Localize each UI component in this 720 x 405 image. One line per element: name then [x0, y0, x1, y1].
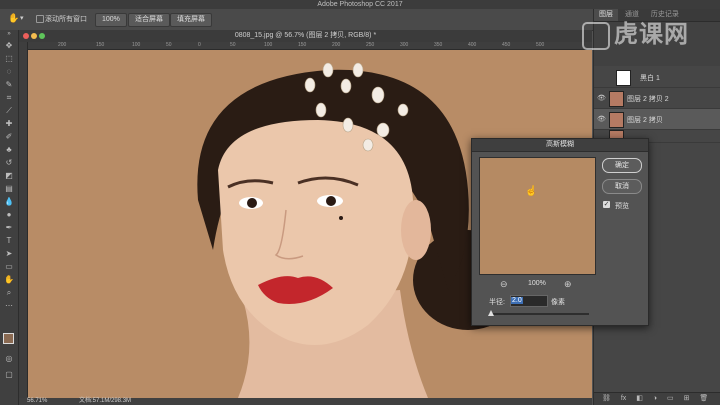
adjustment-layer-thumb [616, 70, 631, 86]
gradient-icon[interactable]: ▤ [0, 182, 18, 195]
history-brush-icon[interactable]: ↺ [0, 156, 18, 169]
scroll-all-label: 滚动所有窗口 [45, 16, 87, 23]
zoom-in-icon[interactable]: ⊕ [564, 279, 572, 290]
ok-button[interactable]: 确定 [602, 158, 642, 173]
zoom-out-icon[interactable]: ⊖ [500, 279, 508, 290]
window-title: Adobe Photoshop CC 2017 [0, 0, 720, 9]
healing-icon[interactable]: ✚ [0, 117, 18, 130]
maximize-document-icon[interactable] [39, 33, 45, 39]
ruler-tick: 150 [298, 42, 307, 48]
gaussian-blur-dialog: 高斯模糊 ☝ 确定 取消 ✓ 预览 ⊖ 100% ⊕ 半径: 2.0 像素 [471, 138, 649, 326]
radius-label: 半径: [489, 299, 505, 306]
lasso-icon[interactable]: ◌ [0, 65, 18, 78]
preview-zoom-level: 100% [528, 280, 546, 287]
eyedropper-icon[interactable]: ⟋ [0, 104, 18, 117]
layer-row-selected[interactable]: 👁 图层 2 拷贝 [594, 109, 720, 130]
foreground-color-swatch[interactable] [3, 333, 14, 344]
layer-thumb [609, 112, 624, 128]
close-document-icon[interactable] [23, 33, 29, 39]
ruler-tick: 150 [96, 42, 105, 48]
shape-icon[interactable]: ▭ [0, 260, 18, 273]
layer-thumb [609, 91, 624, 107]
collapse-toolbar-icon[interactable]: » [0, 30, 18, 39]
adjustment-icon[interactable]: ◑ [653, 395, 657, 402]
fit-screen-button[interactable]: 适合屏幕 [128, 13, 170, 27]
radius-slider[interactable] [488, 310, 589, 316]
ruler-tick: 200 [332, 42, 341, 48]
horizontal-ruler: 200 150 100 50 0 50 100 150 200 250 300 … [28, 42, 592, 50]
ruler-tick: 100 [264, 42, 273, 48]
path-select-icon[interactable]: ➤ [0, 247, 18, 260]
minimize-document-icon[interactable] [31, 33, 37, 39]
pen-icon[interactable]: ✒ [0, 221, 18, 234]
radius-slider-thumb[interactable] [488, 310, 494, 316]
eraser-icon[interactable]: ◩ [0, 169, 18, 182]
status-bar: 56.71% 文档:57.1M/298.3M [19, 398, 592, 405]
ruler-tick: 300 [400, 42, 409, 48]
status-zoom[interactable]: 56.71% [27, 398, 47, 405]
mask-icon[interactable]: ◧ [636, 395, 643, 402]
zoom-100-button[interactable]: 100% [95, 13, 127, 27]
fx-icon[interactable]: fx [621, 395, 626, 402]
ruler-tick: 100 [132, 42, 141, 48]
scroll-all-checkbox[interactable] [36, 15, 44, 23]
eye-icon[interactable]: 👁 [597, 94, 606, 102]
eye-icon[interactable]: 👁 [597, 115, 606, 123]
link-layers-icon[interactable]: ⛓ [602, 395, 611, 402]
preview-checkbox[interactable]: ✓ [603, 201, 610, 208]
fill-screen-button[interactable]: 填充屏幕 [170, 13, 212, 27]
watermark-logo: 虎课网 [582, 14, 689, 50]
layer-name: 图层 2 拷贝 2 [627, 96, 669, 103]
ruler-tick: 500 [536, 42, 545, 48]
layer-name: 图层 2 拷贝 [627, 117, 663, 124]
tool-preset-dropdown-icon[interactable]: ▾ [20, 14, 24, 22]
blur-preview[interactable]: ☝ [479, 157, 596, 275]
trash-icon[interactable]: 🗑 [699, 395, 708, 402]
folder-icon[interactable]: ▭ [667, 395, 674, 402]
screen-mode-icon[interactable]: ▢ [0, 368, 18, 381]
layer-row[interactable]: 👁 图层 2 拷贝 2 [594, 88, 720, 109]
ruler-tick: 250 [366, 42, 375, 48]
layer-name: 黑白 1 [640, 75, 660, 82]
cancel-button[interactable]: 取消 [602, 179, 642, 194]
ruler-tick: 400 [468, 42, 477, 48]
ruler-tick: 200 [58, 42, 67, 48]
cursor-hand-icon: ☝ [525, 186, 538, 197]
radius-unit: 像素 [551, 299, 565, 306]
document-title: 0808_15.jpg @ 56.7% (图层 2 拷贝, RGB/8) * [234, 32, 377, 39]
more-tools-icon[interactable]: ⋯ [0, 299, 18, 312]
brush-icon[interactable]: ✐ [0, 130, 18, 143]
hand-icon[interactable]: ✋ [8, 13, 19, 24]
type-icon[interactable]: T [0, 234, 18, 247]
radius-input[interactable]: 2.0 [510, 295, 548, 307]
quick-mask-icon[interactable]: ◎ [0, 352, 18, 365]
toolbar: » ✥ ⬚ ◌ ✎ ⌗ ⟋ ✚ ✐ ♣ ↺ ◩ ▤ 💧 ● ✒ T ➤ ▭ ✋ … [0, 30, 19, 405]
dodge-icon[interactable]: ● [0, 208, 18, 221]
status-doc-size: 文档:57.1M/298.3M [79, 398, 132, 404]
quick-select-icon[interactable]: ✎ [0, 78, 18, 91]
ruler-tick: 350 [434, 42, 443, 48]
dialog-title[interactable]: 高斯模糊 [472, 139, 648, 152]
ruler-tick: 0 [198, 42, 201, 48]
clone-stamp-icon[interactable]: ♣ [0, 143, 18, 156]
crop-icon[interactable]: ⌗ [0, 91, 18, 104]
layer-row[interactable]: 黑白 1 [594, 67, 720, 88]
new-layer-icon[interactable]: ⊞ [684, 395, 690, 402]
blur-icon[interactable]: 💧 [0, 195, 18, 208]
ruler-tick: 450 [502, 42, 511, 48]
zoom-icon[interactable]: ⌕ [0, 286, 18, 299]
ruler-tick: 50 [166, 42, 172, 48]
move-icon[interactable]: ✥ [0, 39, 18, 52]
vertical-ruler [19, 42, 28, 398]
layers-footer: ⛓ fx ◧ ◑ ▭ ⊞ 🗑 [594, 392, 720, 405]
hand-tool-icon[interactable]: ✋ [0, 273, 18, 286]
preview-label: 预览 [615, 203, 629, 210]
ruler-tick: 50 [230, 42, 236, 48]
marquee-icon[interactable]: ⬚ [0, 52, 18, 65]
